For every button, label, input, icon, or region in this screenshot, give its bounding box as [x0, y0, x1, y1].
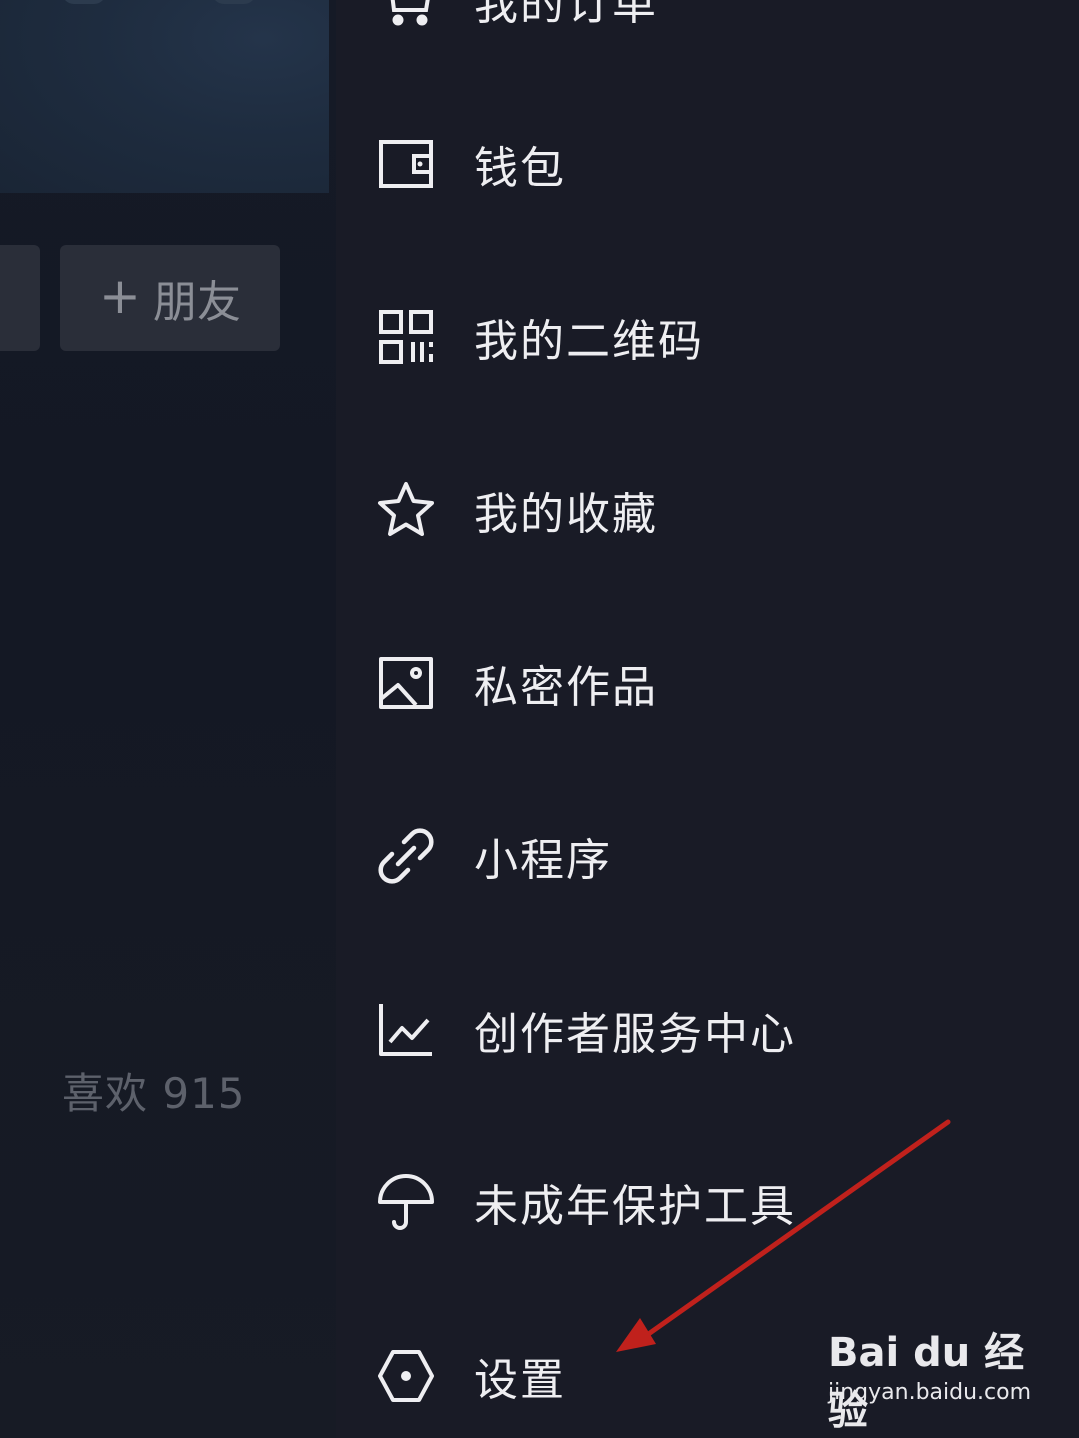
menu-item-qr-code[interactable]: 我的二维码 — [376, 282, 1026, 392]
image-icon — [376, 653, 436, 713]
menu-item-label: 钱包 — [474, 143, 566, 194]
profile-page-dimmed[interactable]: + 朋友 喜欢 915 — [0, 0, 336, 1438]
settings-hexagon-icon — [376, 1346, 436, 1406]
menu-item-creator-center[interactable]: 创作者服务中心 — [376, 975, 1026, 1085]
cover-top-icon — [62, 0, 106, 4]
link-icon — [376, 826, 436, 886]
menu-item-label: 创作者服务中心 — [474, 1009, 796, 1060]
likes-tab[interactable]: 喜欢 915 — [62, 1060, 246, 1121]
menu-item-label: 小程序 — [474, 835, 612, 886]
screen: + 朋友 喜欢 915 我的订单 钱包 我的二维码 我的收藏 私密作品 小程序 … — [0, 0, 1079, 1438]
cover-top-icon — [212, 0, 256, 4]
menu-item-mini-programs[interactable]: 小程序 — [376, 801, 1026, 911]
menu-item-label: 我的二维码 — [474, 316, 704, 367]
menu-item-private-works[interactable]: 私密作品 — [376, 628, 1026, 738]
chart-icon — [376, 1000, 436, 1060]
menu-item-label: 设置 — [474, 1355, 566, 1406]
menu-item-orders[interactable]: 我的订单 — [376, 0, 1026, 55]
baidu-jingyan-watermark: Bai du 经验 jingyan.baidu.com — [828, 1320, 1032, 1434]
umbrella-icon — [376, 1172, 436, 1232]
add-friend-button[interactable]: + 朋友 — [60, 245, 280, 351]
plus-icon: + — [99, 267, 141, 325]
menu-item-wallet[interactable]: 钱包 — [376, 109, 1026, 219]
qr-code-icon — [376, 307, 436, 367]
watermark-brand: Bai du 经验 — [828, 1330, 1025, 1434]
menu-item-label: 未成年保护工具 — [474, 1181, 796, 1232]
menu-item-label: 我的订单 — [474, 0, 658, 30]
menu-item-label: 我的收藏 — [474, 489, 658, 540]
side-drawer-menu: 我的订单 钱包 我的二维码 我的收藏 私密作品 小程序 创作者服务中心 未成年保… — [336, 0, 1079, 1438]
menu-item-label: 私密作品 — [474, 662, 658, 713]
menu-item-favorites[interactable]: 我的收藏 — [376, 455, 1026, 565]
profile-cover-image — [0, 0, 329, 193]
menu-item-minor-protection[interactable]: 未成年保护工具 — [376, 1147, 1026, 1257]
star-icon — [376, 480, 436, 540]
watermark-url: jingyan.baidu.com — [828, 1380, 1032, 1405]
wallet-icon — [376, 134, 436, 194]
cart-icon — [376, 0, 436, 30]
edit-profile-button[interactable] — [0, 245, 40, 351]
add-friend-label: 朋友 — [152, 277, 241, 328]
